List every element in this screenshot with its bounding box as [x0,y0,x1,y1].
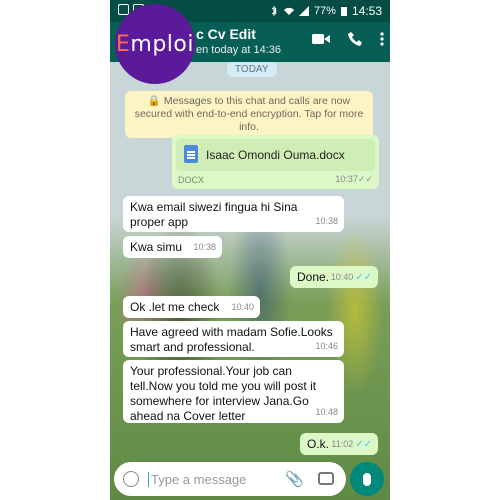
mic-button[interactable] [350,462,384,496]
document-type: DOCX [178,175,205,185]
document-icon [184,145,198,163]
message-text: Your professional.Your job can tell.Now … [130,364,317,423]
read-ticks-icon: ✓✓ [357,174,373,184]
message-time: 10:38 [193,242,216,252]
message-time: 11:02 ✓✓ [331,439,372,450]
voice-call-icon[interactable] [348,32,362,46]
message-bubble[interactable]: Kwa simu 10:38 [123,236,222,258]
camera-icon[interactable] [318,472,334,485]
message-input[interactable]: Type a message [148,472,246,487]
date-chip: TODAY [227,62,277,77]
wifi-icon [283,7,294,15]
message-time: 10:38 [315,216,338,226]
signal-icon [298,6,309,16]
message-text: Kwa email siwezi fingua hi Sina proper a… [130,200,298,229]
read-ticks-icon: ✓✓ [355,272,372,283]
message-bubble[interactable]: Kwa email siwezi fingua hi Sina proper a… [123,196,344,232]
message-time: 10:40 ✓✓ [330,272,372,283]
message-time: 10:48 [315,407,338,417]
message-text: Done. [297,270,330,284]
message-bubble[interactable]: O.k. 11:02 ✓✓ [300,433,378,455]
clock: 14:53 [351,4,382,18]
message-time: 10:46 [315,341,338,351]
attach-icon[interactable]: 📎 [285,470,304,488]
battery-percent: 77% [313,5,336,17]
document-name: Isaac Omondi Ouma.docx [206,148,345,162]
message-time: 10:37✓✓ [335,174,373,184]
encryption-notice[interactable]: 🔒 Messages to this chat and calls are no… [125,91,373,138]
emoji-icon[interactable] [123,471,139,487]
message-text: Have agreed with madam Sofie.Looks smart… [130,325,333,354]
last-seen: en today at 14:36 [196,44,282,56]
bluetooth-icon [271,6,277,16]
message-time: 10:40 [231,302,254,312]
video-call-icon[interactable] [312,33,330,45]
message-bubble[interactable]: Done. 10:40 ✓✓ [290,266,378,288]
message-text: Ok .let me check [130,300,220,314]
message-text: O.k. [307,437,330,451]
message-text: Kwa simu [130,240,183,254]
document-message[interactable]: Isaac Omondi Ouma.docx DOCX 10:37✓✓ [172,135,379,189]
read-ticks-icon: ✓✓ [355,439,372,450]
message-bubble[interactable]: Your professional.Your job can tell.Now … [123,360,344,423]
message-bubble[interactable]: Ok .let me check 10:40 [123,296,260,318]
message-bubble[interactable]: Have agreed with madam Sofie.Looks smart… [123,321,344,357]
battery-icon [340,7,347,16]
message-composer[interactable]: Type a message 📎 [114,462,346,496]
contact-name[interactable]: c Cv Edit [196,26,256,42]
mic-icon [363,472,371,486]
emploi-logo: Emploi [115,4,195,84]
more-options-icon[interactable] [380,32,384,46]
